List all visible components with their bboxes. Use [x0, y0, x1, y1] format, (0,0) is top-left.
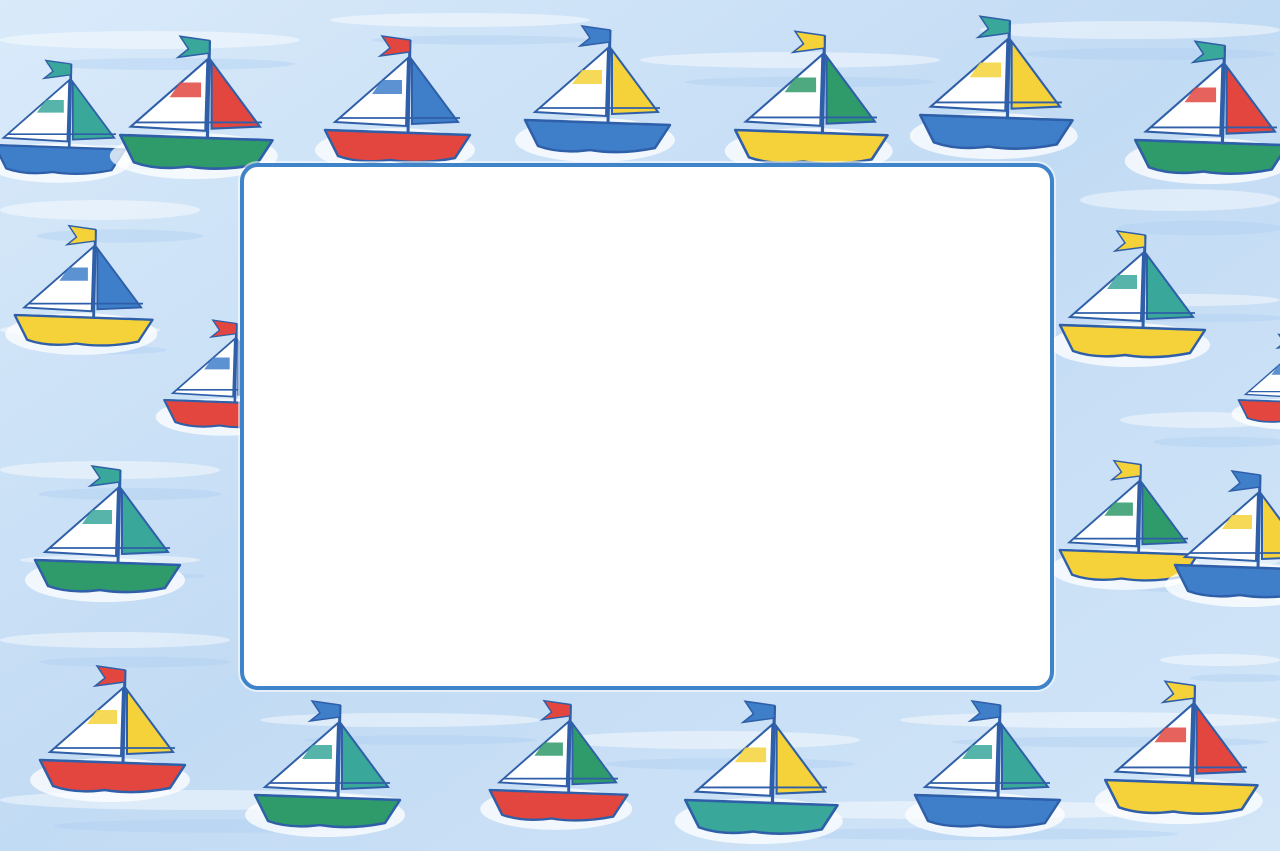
boat-mast — [820, 35, 827, 135]
boat-mast — [1137, 464, 1142, 554]
boat-mast — [606, 29, 612, 125]
wash-streak — [260, 713, 540, 727]
boat-mast — [770, 705, 777, 805]
boat-mast — [67, 63, 73, 149]
boat-mast — [996, 704, 1002, 800]
wash-streak — [1025, 48, 1275, 60]
boat-mast — [92, 229, 97, 319]
wash-streak — [36, 229, 204, 243]
boat-mast — [406, 39, 412, 135]
boat-mast — [567, 704, 572, 794]
boat-mast — [205, 40, 212, 140]
boat-mast — [233, 323, 238, 404]
boat-mast — [336, 704, 342, 800]
boat-mast — [121, 669, 127, 765]
boat-mast — [1190, 685, 1197, 785]
wash-streak — [1160, 654, 1280, 666]
wash-streak — [640, 52, 940, 68]
wash-streak — [0, 200, 200, 220]
wash-streak — [900, 712, 1280, 728]
wash-streak — [39, 656, 231, 668]
boat-mast — [1220, 45, 1227, 145]
wash-streak — [1080, 189, 1280, 211]
boat-mast — [116, 469, 122, 565]
boat-mast — [1256, 474, 1262, 570]
boat-mast — [1141, 234, 1147, 330]
boat-hull — [1173, 563, 1280, 599]
wash-streak — [1116, 220, 1280, 236]
wash-streak — [0, 632, 230, 648]
wash-streak — [980, 21, 1280, 39]
wash-streak — [38, 488, 222, 500]
blank-label-frame — [240, 163, 1054, 690]
wash-streak — [45, 58, 295, 70]
boat-mast — [1005, 20, 1012, 120]
wash-streak — [330, 13, 590, 27]
wash-streak — [560, 731, 860, 749]
wash-streak — [0, 31, 300, 49]
